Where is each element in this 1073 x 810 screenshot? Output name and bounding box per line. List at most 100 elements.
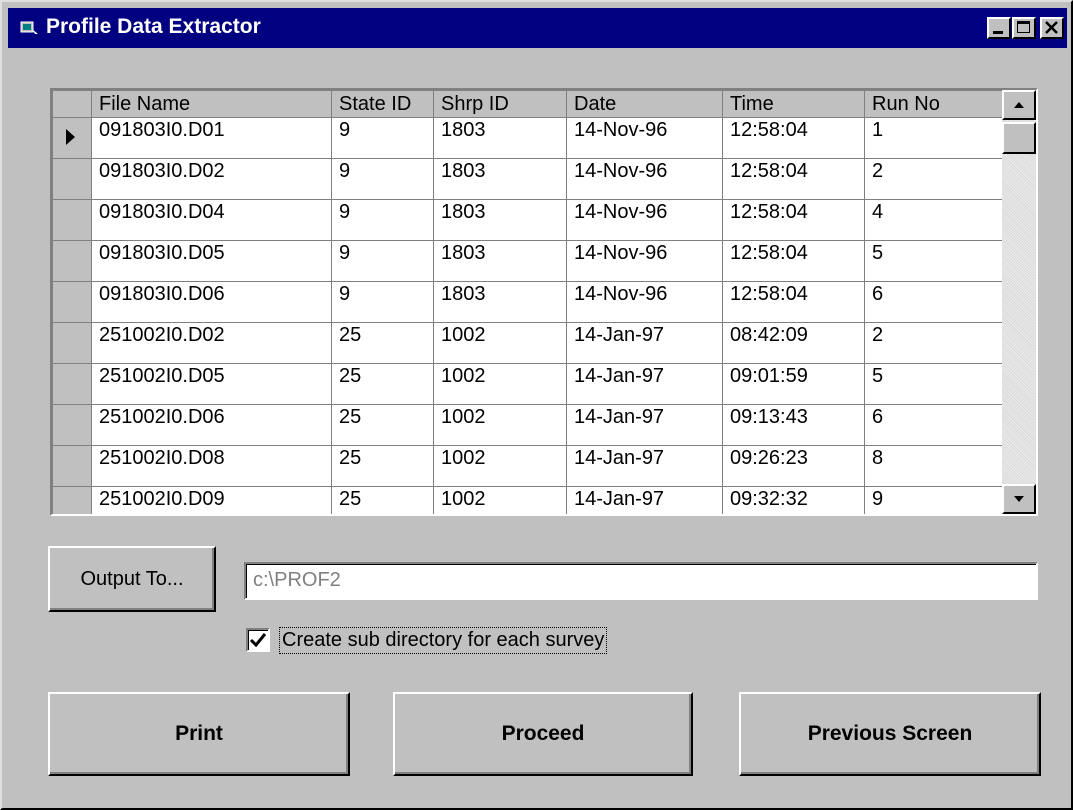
time-cell[interactable]: 08:42:09 [722,322,865,364]
column-header-file-name[interactable]: File Name [91,90,332,118]
file-name-cell[interactable]: 091803I0.D06 [91,281,332,323]
close-button[interactable] [1040,17,1064,39]
minimize-button[interactable] [987,17,1011,39]
time-cell[interactable]: 09:13:43 [722,404,865,446]
shrp-id-cell[interactable]: 1002 [433,363,567,405]
row-selector[interactable] [52,486,92,514]
date-cell[interactable]: 14-Jan-97 [566,404,723,446]
shrp-id-cell[interactable]: 1803 [433,199,567,241]
shrp-id-cell[interactable]: 1002 [433,486,567,514]
date-cell[interactable]: 14-Jan-97 [566,486,723,514]
time-cell[interactable]: 12:58:04 [722,158,865,200]
scroll-up-button[interactable] [1002,90,1036,120]
row-selector[interactable] [52,117,92,159]
shrp-id-cell[interactable]: 1803 [433,281,567,323]
time-cell[interactable]: 12:58:04 [722,240,865,282]
date-cell[interactable]: 14-Nov-96 [566,199,723,241]
column-header-shrp-id[interactable]: Shrp ID [433,90,567,118]
shrp-id-cell[interactable]: 1803 [433,240,567,282]
proceed-button[interactable]: Proceed [393,692,693,776]
run-no-cell[interactable]: 6 [864,281,1003,323]
table-row[interactable]: 091803I0.D05 9 1803 14-Nov-96 12:58:04 5 [52,240,1003,282]
date-cell[interactable]: 14-Nov-96 [566,281,723,323]
run-no-cell[interactable]: 8 [864,445,1003,487]
run-no-cell[interactable]: 5 [864,363,1003,405]
run-no-cell[interactable]: 5 [864,240,1003,282]
row-selector[interactable] [52,199,92,241]
file-name-cell[interactable]: 251002I0.D06 [91,404,332,446]
column-header-time[interactable]: Time [722,90,865,118]
table-row[interactable]: 091803I0.D02 9 1803 14-Nov-96 12:58:04 2 [52,158,1003,200]
previous-screen-button[interactable]: Previous Screen [739,692,1041,776]
date-cell[interactable]: 14-Jan-97 [566,445,723,487]
state-id-cell[interactable]: 25 [331,322,434,364]
run-no-cell[interactable]: 6 [864,404,1003,446]
state-id-cell[interactable]: 25 [331,486,434,514]
shrp-id-cell[interactable]: 1002 [433,322,567,364]
time-cell[interactable]: 12:58:04 [722,281,865,323]
create-subdirectory-label[interactable]: Create sub directory for each survey [279,627,608,654]
run-no-cell[interactable]: 4 [864,199,1003,241]
state-id-cell[interactable]: 25 [331,363,434,405]
create-subdirectory-checkbox[interactable] [246,628,270,652]
scroll-down-button[interactable] [1002,484,1036,514]
shrp-id-cell[interactable]: 1002 [433,445,567,487]
shrp-id-cell[interactable]: 1803 [433,158,567,200]
row-selector[interactable] [52,445,92,487]
table-row[interactable]: 091803I0.D04 9 1803 14-Nov-96 12:58:04 4 [52,199,1003,241]
date-cell[interactable]: 14-Nov-96 [566,240,723,282]
time-cell[interactable]: 09:32:32 [722,486,865,514]
file-name-cell[interactable]: 251002I0.D08 [91,445,332,487]
maximize-button[interactable] [1012,17,1036,39]
row-selector[interactable] [52,322,92,364]
shrp-id-cell[interactable]: 1002 [433,404,567,446]
date-cell[interactable]: 14-Jan-97 [566,363,723,405]
run-no-cell[interactable]: 2 [864,158,1003,200]
state-id-cell[interactable]: 9 [331,158,434,200]
file-name-cell[interactable]: 091803I0.D05 [91,240,332,282]
table-row[interactable]: 091803I0.D01 9 1803 14-Nov-96 12:58:04 1 [52,117,1003,159]
state-id-cell[interactable]: 25 [331,404,434,446]
run-no-cell[interactable]: 9 [864,486,1003,514]
column-header-state-id[interactable]: State ID [331,90,434,118]
table-row[interactable]: 251002I0.D06 25 1002 14-Jan-97 09:13:43 6 [52,404,1003,446]
file-name-cell[interactable]: 251002I0.D02 [91,322,332,364]
state-id-cell[interactable]: 9 [331,199,434,241]
date-cell[interactable]: 14-Nov-96 [566,158,723,200]
table-row[interactable]: 251002I0.D09 25 1002 14-Jan-97 09:32:32 9 [52,486,1003,514]
print-button[interactable]: Print [48,692,350,776]
time-cell[interactable]: 12:58:04 [722,117,865,159]
row-selector[interactable] [52,363,92,405]
time-cell[interactable]: 12:58:04 [722,199,865,241]
run-no-cell[interactable]: 2 [864,322,1003,364]
table-row[interactable]: 251002I0.D02 25 1002 14-Jan-97 08:42:09 2 [52,322,1003,364]
date-cell[interactable]: 14-Nov-96 [566,117,723,159]
row-selector[interactable] [52,404,92,446]
file-name-cell[interactable]: 251002I0.D09 [91,486,332,514]
grid-vertical-scrollbar[interactable] [1002,90,1036,514]
state-id-cell[interactable]: 25 [331,445,434,487]
data-grid[interactable]: File Name State ID Shrp ID Date Time Run… [50,88,1038,516]
row-selector[interactable] [52,240,92,282]
date-cell[interactable]: 14-Jan-97 [566,322,723,364]
row-selector[interactable] [52,281,92,323]
table-row[interactable]: 251002I0.D05 25 1002 14-Jan-97 09:01:59 5 [52,363,1003,405]
file-name-cell[interactable]: 091803I0.D01 [91,117,332,159]
row-selector[interactable] [52,158,92,200]
table-row[interactable]: 091803I0.D06 9 1803 14-Nov-96 12:58:04 6 [52,281,1003,323]
run-no-cell[interactable]: 1 [864,117,1003,159]
title-bar[interactable]: Profile Data Extractor [8,8,1067,48]
output-path-field[interactable]: c:\PROF2 [244,562,1038,600]
state-id-cell[interactable]: 9 [331,240,434,282]
table-row[interactable]: 251002I0.D08 25 1002 14-Jan-97 09:26:23 8 [52,445,1003,487]
shrp-id-cell[interactable]: 1803 [433,117,567,159]
time-cell[interactable]: 09:26:23 [722,445,865,487]
state-id-cell[interactable]: 9 [331,281,434,323]
time-cell[interactable]: 09:01:59 [722,363,865,405]
scroll-thumb[interactable] [1002,122,1036,154]
column-header-run-no[interactable]: Run No [864,90,1003,118]
state-id-cell[interactable]: 9 [331,117,434,159]
file-name-cell[interactable]: 091803I0.D02 [91,158,332,200]
output-to-button[interactable]: Output To... [48,546,216,612]
file-name-cell[interactable]: 251002I0.D05 [91,363,332,405]
